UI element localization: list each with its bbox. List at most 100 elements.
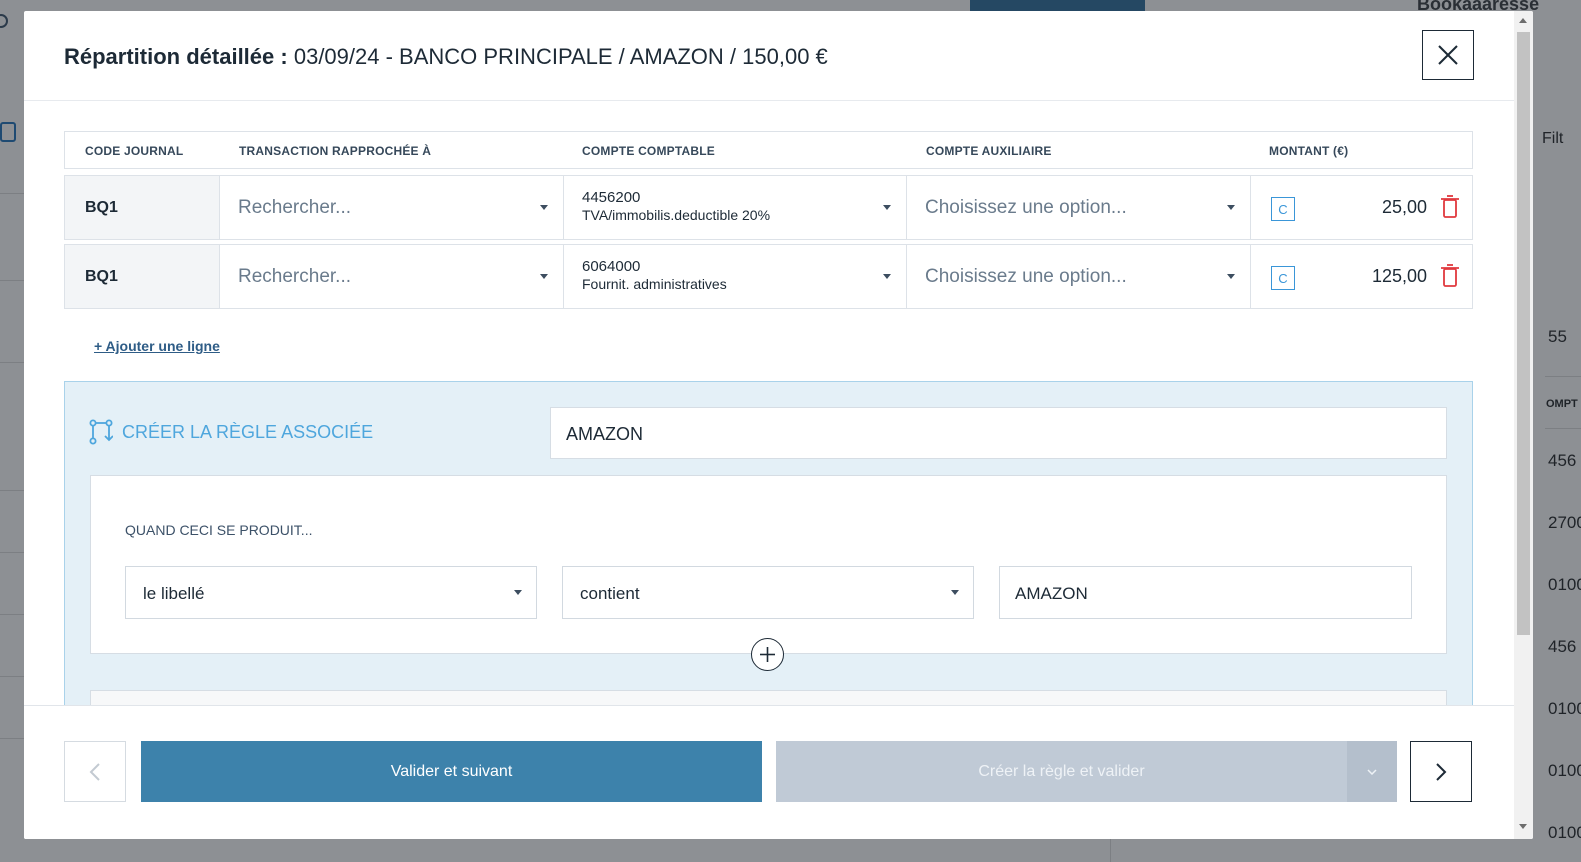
modal-title-detail: 03/09/24 - BANCO PRINCIPALE / AMAZON / 1… <box>293 44 828 69</box>
close-icon <box>1438 45 1458 65</box>
condition-box: QUAND CECI SE PRODUIT... le libellé cont… <box>90 475 1447 671</box>
condition-value-input[interactable]: AMAZON <box>999 566 1412 619</box>
chevron-down-icon <box>1227 274 1235 279</box>
split-table-header: CODE JOURNAL TRANSACTION RAPPROCHÉE À CO… <box>64 131 1473 169</box>
modal-content: CODE JOURNAL TRANSACTION RAPPROCHÉE À CO… <box>24 102 1514 705</box>
background-number: 0100 <box>1548 575 1581 594</box>
rule-flow-icon <box>89 419 113 445</box>
split-row: BQ1 Rechercher... 4456200 TVA/immobilis.… <box>64 175 1473 240</box>
rule-title: CRÉER LA RÈGLE ASSOCIÉE <box>122 422 374 442</box>
validate-and-next-button[interactable]: Valider et suivant <box>141 741 762 802</box>
auxiliary-account-placeholder: Choisissez une option... <box>925 266 1127 287</box>
column-header-matched-transaction: TRANSACTION RAPPROCHÉE À <box>239 144 432 158</box>
auxiliary-account-placeholder: Choisissez une option... <box>925 197 1127 218</box>
condition-label: QUAND CECI SE PRODUIT... <box>125 522 313 538</box>
account-name: Fournit. administratives <box>582 276 727 292</box>
amount-cell: C 25,00 <box>1251 176 1472 239</box>
scroll-down-icon[interactable] <box>1519 824 1527 829</box>
background-divider <box>1545 376 1581 377</box>
background-column-header: OMPT <box>1546 398 1578 410</box>
transaction-select-placeholder: Rechercher... <box>238 266 351 287</box>
create-rule-and-validate-button[interactable]: Créer la règle et valider <box>776 741 1397 802</box>
modal-header: Répartition détaillée : 03/09/24 - BANCO… <box>24 11 1514 101</box>
background-number: 456 <box>1548 637 1577 656</box>
create-rule-panel: CRÉER LA RÈGLE ASSOCIÉE AMAZON QUAND CEC… <box>64 381 1473 705</box>
trash-icon[interactable] <box>1440 264 1460 288</box>
condition-operator-value: contient <box>580 584 640 603</box>
background-divider <box>0 362 24 363</box>
search-icon <box>0 14 8 28</box>
background-divider <box>0 280 24 281</box>
background-divider <box>0 676 24 677</box>
previous-button[interactable] <box>64 741 126 802</box>
grid-icon <box>0 122 16 142</box>
modal-title: Répartition détaillée : 03/09/24 - BANCO… <box>64 44 828 70</box>
add-condition-button[interactable] <box>751 638 784 671</box>
modal-scrollbar[interactable] <box>1514 11 1533 839</box>
background-filter-label: Filt <box>1542 130 1564 147</box>
modal-title-label: Répartition détaillée : <box>64 44 288 69</box>
background-number: 0100 <box>1548 823 1581 842</box>
account-select[interactable]: 6064000 Fournit. administratives <box>564 245 907 308</box>
chevron-down-icon <box>883 274 891 279</box>
chevron-down-icon <box>540 274 548 279</box>
action-box <box>90 690 1447 705</box>
condition-operator-select[interactable]: contient <box>562 566 974 619</box>
account-number: 4456200 <box>582 189 641 206</box>
amount-cell: C 125,00 <box>1251 245 1472 308</box>
background-divider <box>0 738 24 739</box>
background-divider <box>1545 428 1581 429</box>
modal-footer: Valider et suivant Créer la règle et val… <box>24 705 1514 839</box>
amount-value[interactable]: 125,00 <box>1372 266 1427 287</box>
chevron-left-icon <box>89 762 100 781</box>
plus-icon <box>760 647 775 662</box>
scroll-up-icon[interactable] <box>1519 18 1527 23</box>
chevron-down-icon <box>1367 768 1377 775</box>
background-number: 0100 <box>1548 761 1581 780</box>
create-rule-options-toggle[interactable] <box>1347 741 1397 802</box>
background-divider <box>0 614 24 615</box>
journal-code: BQ1 <box>65 176 220 239</box>
close-button[interactable] <box>1422 30 1474 80</box>
chevron-down-icon <box>883 205 891 210</box>
auxiliary-account-select[interactable]: Choisissez une option... <box>907 245 1251 308</box>
scrollbar-thumb[interactable] <box>1517 32 1530 635</box>
journal-code: BQ1 <box>65 245 220 308</box>
background-divider <box>0 552 24 553</box>
background-number: 0100 <box>1548 699 1581 718</box>
transaction-select-placeholder: Rechercher... <box>238 197 351 218</box>
account-number: 6064000 <box>582 258 641 275</box>
trash-icon[interactable] <box>1440 195 1460 219</box>
background-divider <box>0 193 24 194</box>
split-row: BQ1 Rechercher... 6064000 Fournit. admin… <box>64 244 1473 309</box>
credit-toggle-badge[interactable]: C <box>1271 266 1295 290</box>
create-rule-and-validate-label: Créer la règle et valider <box>978 763 1145 780</box>
background-divider <box>0 490 24 491</box>
column-header-amount: MONTANT (€) <box>1269 144 1349 158</box>
credit-toggle-badge[interactable]: C <box>1271 197 1295 221</box>
chevron-right-icon <box>1436 762 1447 781</box>
column-header-account: COMPTE COMPTABLE <box>582 144 715 158</box>
chevron-down-icon <box>1227 205 1235 210</box>
amount-value[interactable]: 25,00 <box>1382 197 1427 218</box>
transaction-select[interactable]: Rechercher... <box>220 245 564 308</box>
add-line-link[interactable]: + Ajouter une ligne <box>94 338 220 354</box>
account-select[interactable]: 4456200 TVA/immobilis.deductible 20% <box>564 176 907 239</box>
next-button[interactable] <box>1410 741 1472 802</box>
rule-name-input[interactable]: AMAZON <box>550 407 1447 459</box>
split-detail-modal: Répartition détaillée : 03/09/24 - BANCO… <box>24 11 1533 839</box>
chevron-down-icon <box>951 590 959 595</box>
column-header-auxiliary-account: COMPTE AUXILIAIRE <box>926 144 1052 158</box>
background-top-button <box>970 0 1145 11</box>
condition-field-select[interactable]: le libellé <box>125 566 537 619</box>
column-header-journal-code: CODE JOURNAL <box>85 144 184 158</box>
auxiliary-account-select[interactable]: Choisissez une option... <box>907 176 1251 239</box>
chevron-down-icon <box>514 590 522 595</box>
background-number: 55 <box>1548 327 1567 346</box>
transaction-select[interactable]: Rechercher... <box>220 176 564 239</box>
chevron-down-icon <box>540 205 548 210</box>
background-number: 456 <box>1548 451 1577 470</box>
account-name: TVA/immobilis.deductible 20% <box>582 207 771 223</box>
condition-field-value: le libellé <box>143 584 205 603</box>
background-number: 2700 <box>1548 513 1581 532</box>
